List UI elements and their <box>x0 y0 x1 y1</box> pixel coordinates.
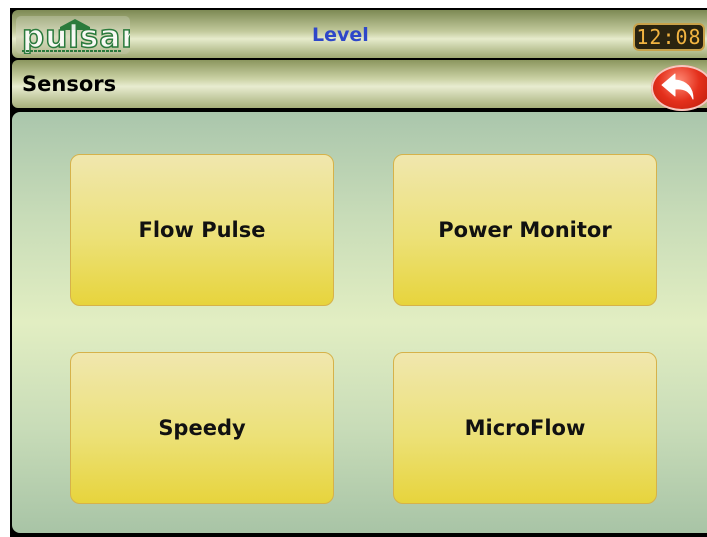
section-bar: Sensors <box>12 60 707 111</box>
power-monitor-button[interactable]: Power Monitor <box>393 154 657 306</box>
section-title: Sensors <box>22 72 117 96</box>
back-button[interactable] <box>651 65 707 111</box>
microflow-button[interactable]: MicroFlow <box>393 352 657 504</box>
logo-tagline <box>22 50 122 52</box>
logo-text: pulsar <box>21 19 130 54</box>
clock-display: 12:08 <box>633 23 705 51</box>
back-arrow-icon <box>661 73 694 100</box>
sensor-menu: Flow Pulse Power Monitor Speedy MicroFlo… <box>12 112 707 533</box>
pulsar-logo: pulsar <box>16 16 130 54</box>
top-bar: pulsar Level 12:08 <box>12 10 707 58</box>
page-title: Level <box>312 24 369 46</box>
device-screen: pulsar Level 12:08 Sensors Flow Pulse Po… <box>10 8 707 537</box>
flow-pulse-button[interactable]: Flow Pulse <box>70 154 334 306</box>
speedy-button[interactable]: Speedy <box>70 352 334 504</box>
